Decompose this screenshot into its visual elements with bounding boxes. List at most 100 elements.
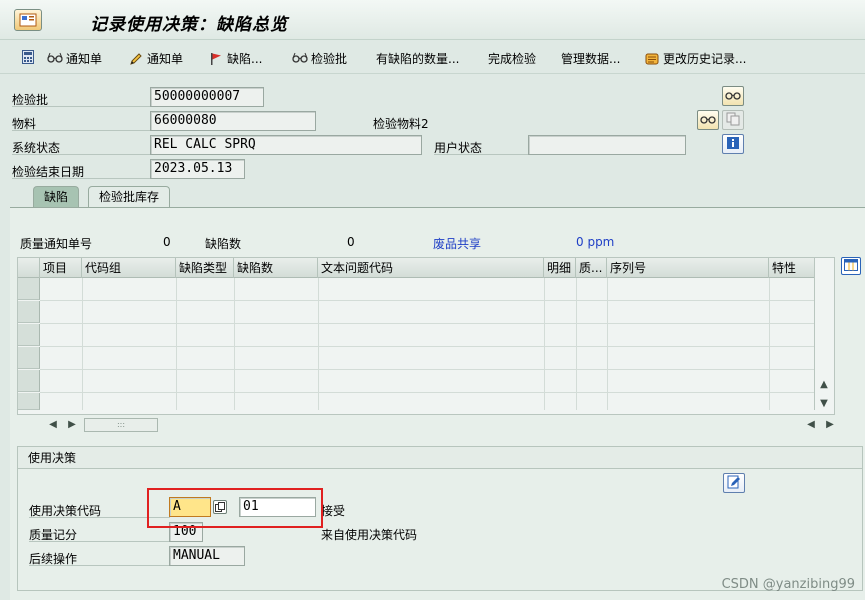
edit-notification-button[interactable]: 通知单 bbox=[128, 50, 183, 67]
column-header-detail[interactable]: 明细 bbox=[544, 258, 576, 278]
scrap-share-label: 废品共享 bbox=[433, 237, 482, 251]
table-settings-button[interactable] bbox=[841, 257, 861, 275]
defective-quantity-label: 有缺陷的数量... bbox=[376, 52, 460, 66]
admin-data-button[interactable]: 管理数据... bbox=[561, 50, 620, 67]
defective-quantity-button[interactable]: 有缺陷的数量... bbox=[376, 50, 459, 67]
copy-button[interactable] bbox=[722, 110, 744, 130]
complete-inspection-label: 完成检验 bbox=[488, 52, 537, 66]
scroll-up-button[interactable]: ▲ bbox=[817, 378, 831, 392]
window-title: 记录使用决策：缺陷总览 bbox=[90, 15, 288, 35]
change-history-label: 更改历史记录... bbox=[663, 52, 747, 66]
grid-line bbox=[40, 346, 814, 347]
glasses-icon bbox=[47, 52, 63, 66]
inspection-lot-field[interactable]: 50000000007 bbox=[150, 87, 264, 107]
horizontal-scroll-thumb[interactable]: ::: bbox=[84, 418, 158, 432]
label-underline bbox=[12, 130, 150, 131]
row-selector[interactable] bbox=[18, 278, 40, 300]
row-selector[interactable] bbox=[18, 324, 40, 346]
scroll-left-button[interactable]: ◀ bbox=[46, 418, 60, 432]
glasses-icon bbox=[725, 89, 741, 104]
grid-line bbox=[40, 369, 814, 370]
edit-notification-label: 通知单 bbox=[147, 52, 184, 66]
label-underline bbox=[12, 106, 150, 107]
scroll-icon bbox=[644, 52, 660, 66]
defects-label: 缺陷... bbox=[227, 52, 263, 66]
defect-count-value: 0 bbox=[347, 235, 355, 249]
notification-count-label: 质量通知单号 bbox=[20, 237, 93, 251]
app-menu-icon[interactable] bbox=[14, 9, 42, 31]
grid-line bbox=[176, 278, 177, 410]
tab-defects[interactable]: 缺陷 bbox=[33, 186, 80, 208]
grid-line bbox=[576, 278, 577, 410]
calculator-icon bbox=[20, 50, 36, 64]
system-status-field[interactable]: REL CALC SPRQ bbox=[150, 135, 422, 155]
column-header-defect-type[interactable]: 缺陷类型 bbox=[176, 258, 234, 278]
label-underline bbox=[29, 565, 170, 566]
column-header-quality[interactable]: 质... bbox=[576, 258, 607, 278]
application-toolbar: 通知单 通知单 缺陷... 检验批 有缺陷的数量... 完成检验 管理数据...… bbox=[0, 42, 865, 74]
glasses-icon bbox=[292, 52, 308, 66]
grid-line bbox=[82, 278, 83, 410]
change-history-button[interactable]: 更改历史记录... bbox=[644, 50, 746, 67]
grid-line bbox=[234, 278, 235, 410]
grid-line bbox=[544, 278, 545, 410]
scrap-share-value: 0 ppm bbox=[576, 235, 615, 249]
info-icon bbox=[726, 136, 740, 153]
scroll-right-button[interactable]: ▶ bbox=[65, 418, 79, 432]
calculator-button[interactable] bbox=[20, 50, 36, 64]
usage-decision-group-title: 使用决策 bbox=[18, 447, 862, 469]
copy-icon bbox=[726, 112, 740, 129]
scroll-down-button[interactable]: ▼ bbox=[817, 397, 831, 411]
inspection-lot-button[interactable]: 检验批 bbox=[292, 50, 347, 67]
quality-score-text: 来自使用决策代码 bbox=[321, 528, 418, 542]
label-underline bbox=[12, 178, 150, 179]
followup-action-field[interactable]: MANUAL bbox=[169, 546, 245, 566]
inspection-material-label: 检验物料2 bbox=[373, 117, 429, 131]
select-all-cell[interactable] bbox=[18, 258, 40, 278]
pencil-icon bbox=[128, 52, 144, 66]
decision-code-text: 接受 bbox=[321, 504, 346, 518]
edit-document-icon bbox=[727, 475, 741, 492]
defects-button[interactable]: 缺陷... bbox=[208, 50, 262, 67]
scroll-left-button[interactable]: ◀ bbox=[804, 418, 818, 432]
info-button[interactable] bbox=[722, 134, 744, 154]
watermark: CSDN @yanzibing99 bbox=[721, 577, 855, 592]
defect-count-label: 缺陷数 bbox=[205, 237, 242, 251]
column-header-code-group[interactable]: 代码组 bbox=[82, 258, 176, 278]
grid-line bbox=[814, 258, 815, 410]
tab-lot-stock[interactable]: 检验批库存 bbox=[88, 186, 171, 208]
material-field[interactable]: 66000080 bbox=[150, 111, 316, 131]
label-underline bbox=[12, 154, 150, 155]
highlight-annotation bbox=[147, 488, 323, 528]
grid-line bbox=[769, 278, 770, 410]
row-selector[interactable] bbox=[18, 393, 40, 410]
row-selector[interactable] bbox=[18, 347, 40, 369]
column-header-characteristic[interactable]: 特性 bbox=[769, 258, 814, 278]
column-header-problem-text[interactable]: 文本问题代码 bbox=[318, 258, 544, 278]
display-material-button[interactable] bbox=[697, 110, 719, 130]
grid-line bbox=[607, 278, 608, 410]
usage-decision-group: 使用决策 bbox=[17, 446, 863, 591]
inspection-lot-label: 检验批 bbox=[311, 52, 348, 66]
complete-inspection-button[interactable]: 完成检验 bbox=[488, 50, 536, 67]
end-date-field[interactable]: 2023.05.13 bbox=[150, 159, 245, 179]
column-header-item[interactable]: 项目 bbox=[40, 258, 82, 278]
table-header: 项目 代码组 缺陷类型 缺陷数 文本问题代码 明细 质... 序列号 特性 bbox=[18, 258, 814, 278]
label-underline bbox=[434, 154, 528, 155]
scroll-right-button[interactable]: ▶ bbox=[823, 418, 837, 432]
display-notification-label: 通知单 bbox=[66, 52, 103, 66]
notification-count-value: 0 bbox=[163, 235, 171, 249]
row-selector[interactable] bbox=[18, 370, 40, 392]
glasses-icon bbox=[700, 113, 716, 128]
display-lot-button[interactable] bbox=[722, 86, 744, 106]
grid-line bbox=[40, 392, 814, 393]
edit-long-text-button[interactable] bbox=[723, 473, 745, 493]
display-notification-button[interactable]: 通知单 bbox=[47, 50, 102, 67]
column-header-serial[interactable]: 序列号 bbox=[607, 258, 769, 278]
grid-line bbox=[40, 323, 814, 324]
label-underline bbox=[29, 541, 170, 542]
row-selector[interactable] bbox=[18, 301, 40, 323]
user-status-field[interactable] bbox=[528, 135, 686, 155]
column-header-defect-count[interactable]: 缺陷数 bbox=[234, 258, 318, 278]
grid-line bbox=[318, 278, 319, 410]
